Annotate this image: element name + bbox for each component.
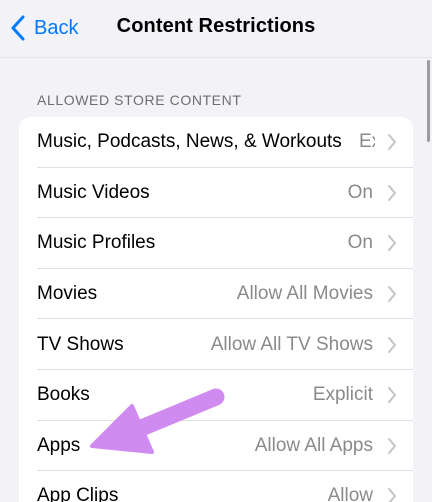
row-value: Explicit bbox=[312, 384, 373, 406]
section-header: ALLOWED STORE CONTENT bbox=[37, 92, 242, 108]
row-label: Music Videos bbox=[37, 181, 150, 203]
page-title: Content Restrictions bbox=[116, 15, 316, 37]
row-value: On bbox=[347, 181, 373, 203]
row-value: Explicit bbox=[359, 131, 375, 153]
row-label: Music Profiles bbox=[37, 232, 156, 254]
chevron-right-icon bbox=[388, 286, 396, 303]
row-label: Apps bbox=[37, 434, 81, 456]
row-app-clips[interactable]: App Clips Allow bbox=[19, 471, 413, 502]
row-books[interactable]: Books Explicit bbox=[19, 370, 413, 421]
chevron-right-icon bbox=[388, 437, 396, 454]
row-value: Allow All Movies bbox=[236, 283, 373, 305]
row-value: Allow bbox=[327, 485, 373, 502]
row-movies[interactable]: Movies Allow All Movies bbox=[19, 269, 413, 320]
row-label: Books bbox=[37, 384, 90, 406]
chevron-right-icon bbox=[388, 336, 396, 353]
scroll-indicator[interactable] bbox=[427, 60, 430, 142]
settings-group: Music, Podcasts, News, & Workouts Explic… bbox=[19, 117, 413, 502]
chevron-right-icon bbox=[388, 488, 396, 502]
row-music-podcasts-news-workouts[interactable]: Music, Podcasts, News, & Workouts Explic… bbox=[19, 117, 413, 168]
chevron-right-icon bbox=[388, 134, 396, 151]
row-music-videos[interactable]: Music Videos On bbox=[19, 168, 413, 219]
row-value: Allow All Apps bbox=[254, 434, 373, 456]
row-value: On bbox=[347, 232, 373, 254]
row-apps[interactable]: Apps Allow All Apps bbox=[19, 421, 413, 472]
row-music-profiles[interactable]: Music Profiles On bbox=[19, 218, 413, 269]
row-label: Movies bbox=[37, 283, 98, 305]
row-tv-shows[interactable]: TV Shows Allow All TV Shows bbox=[19, 319, 413, 370]
row-label: TV Shows bbox=[37, 333, 124, 355]
chevron-right-icon bbox=[388, 387, 396, 404]
chevron-right-icon bbox=[388, 235, 396, 252]
row-label: App Clips bbox=[37, 485, 119, 502]
row-label: Music, Podcasts, News, & Workouts bbox=[37, 131, 342, 153]
chevron-right-icon bbox=[388, 184, 396, 201]
navigation-bar: Back Content Restrictions bbox=[0, 0, 432, 58]
row-value: Allow All TV Shows bbox=[210, 333, 373, 355]
